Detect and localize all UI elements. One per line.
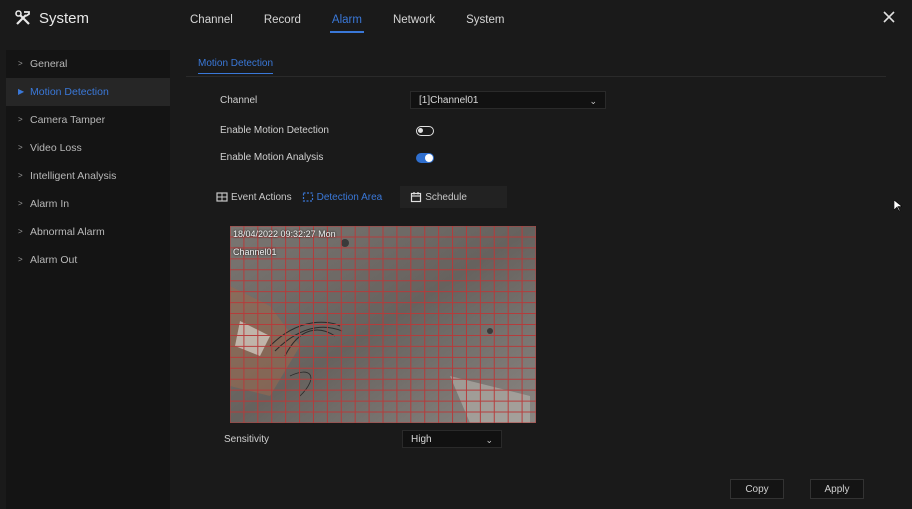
channel-select[interactable]: [1]Channel01 ⌄: [410, 91, 606, 109]
chevron-right-icon: >: [18, 199, 23, 208]
detection-area-icon: [302, 192, 313, 202]
chevron-right-icon: >: [18, 255, 23, 264]
tab-event-actions[interactable]: Event Actions: [216, 191, 292, 203]
mouse-cursor-icon: [894, 200, 902, 212]
enable-analysis-toggle[interactable]: [416, 153, 434, 163]
close-icon[interactable]: [880, 8, 898, 26]
video-preview[interactable]: 18/04/2022 09:32:27 Mon Channel01: [230, 226, 536, 423]
triangle-right-icon: ▶: [18, 87, 25, 96]
event-actions-icon: [216, 192, 228, 202]
copy-button[interactable]: Copy: [730, 479, 784, 499]
sidebar-item-camera-tamper[interactable]: > Camera Tamper: [6, 106, 170, 134]
sidebar-item-intelligent-analysis[interactable]: > Intelligent Analysis: [6, 162, 170, 190]
sidebar-item-video-loss[interactable]: > Video Loss: [6, 134, 170, 162]
chevron-right-icon: >: [18, 115, 23, 124]
app-title: System: [39, 9, 90, 27]
chevron-down-icon: ⌄: [485, 435, 493, 445]
subtab-bar: Motion Detection: [186, 50, 886, 77]
top-nav: Channel Record Alarm Network System: [190, 0, 535, 38]
sensitivity-select[interactable]: High ⌄: [402, 430, 502, 448]
chevron-right-icon: >: [18, 227, 23, 236]
sidebar-item-alarm-in[interactable]: > Alarm In: [6, 190, 170, 218]
tools-icon: [15, 10, 30, 25]
video-channel-name: Channel01: [233, 247, 277, 257]
tab-network[interactable]: Network: [393, 0, 435, 38]
sidebar-item-abnormal-alarm[interactable]: > Abnormal Alarm: [6, 218, 170, 246]
sidebar-item-general[interactable]: > General: [6, 50, 170, 78]
chevron-right-icon: >: [18, 171, 23, 180]
chevron-right-icon: >: [18, 59, 23, 68]
video-timestamp: 18/04/2022 09:32:27 Mon: [233, 229, 336, 239]
channel-value: [1]Channel01: [419, 95, 479, 106]
area-tabs: Event Actions Detection Area Schedule: [216, 184, 546, 210]
tab-system[interactable]: System: [466, 0, 504, 38]
sensitivity-label: Sensitivity: [224, 434, 270, 445]
enable-analysis-label: Enable Motion Analysis: [220, 152, 324, 163]
tab-schedule[interactable]: Schedule: [400, 186, 507, 208]
chevron-down-icon: ⌄: [589, 96, 597, 106]
sidebar-item-alarm-out[interactable]: > Alarm Out: [6, 246, 170, 274]
app-brand: System: [14, 9, 89, 27]
tab-detection-area[interactable]: Detection Area: [302, 191, 382, 203]
main-panel: Motion Detection Channel [1]Channel01 ⌄ …: [176, 50, 912, 509]
sidebar-item-motion-detection[interactable]: ▶ Motion Detection: [6, 78, 170, 106]
tab-record[interactable]: Record: [264, 0, 301, 38]
sidebar: > General ▶ Motion Detection > Camera Tampe…: [6, 50, 170, 509]
channel-label: Channel: [220, 95, 258, 106]
chevron-right-icon: >: [18, 143, 23, 152]
enable-motion-label: Enable Motion Detection: [220, 125, 329, 136]
tab-channel[interactable]: Channel: [190, 0, 233, 38]
enable-motion-toggle[interactable]: [416, 126, 434, 136]
tab-motion-detection[interactable]: Motion Detection: [198, 58, 274, 74]
sensitivity-value: High: [411, 434, 432, 445]
tab-alarm[interactable]: Alarm: [329, 0, 364, 38]
calendar-icon: [411, 192, 422, 203]
top-bar: System Channel Record Alarm Network Syst…: [0, 0, 912, 38]
apply-button[interactable]: Apply: [810, 479, 864, 499]
